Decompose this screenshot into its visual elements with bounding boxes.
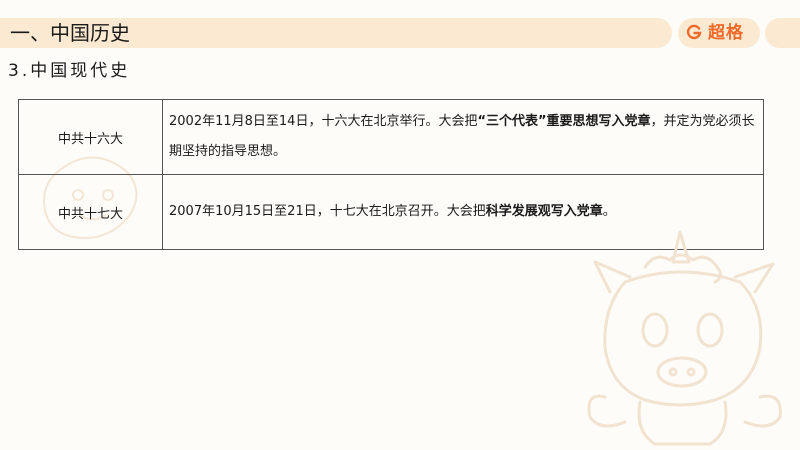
content-highlight: “三个代表”重要思想写入党章 bbox=[477, 114, 651, 129]
content-highlight: 科学发展观写入党章 bbox=[485, 204, 603, 219]
page-title: 一、中国历史 bbox=[10, 21, 130, 45]
row-label: 中共十六大 bbox=[18, 99, 163, 175]
content-text: 2007年10月15日至21日，十七大在北京召开。大会把 bbox=[169, 204, 486, 219]
brand-logo-text: 超格 bbox=[708, 23, 744, 43]
row-content: 2002年11月8日至14日，十六大在北京举行。大会把“三个代表”重要思想写入党… bbox=[162, 99, 764, 175]
content-text: 2002年11月8日至14日，十六大在北京举行。大会把 bbox=[169, 114, 478, 129]
content-text: 。 bbox=[602, 204, 616, 219]
row-label: 中共十七大 bbox=[18, 174, 163, 250]
table-row: 中共十六大 2002年11月8日至14日，十六大在北京举行。大会把“三个代表”重… bbox=[18, 99, 764, 175]
chaoge-logo-icon bbox=[686, 24, 702, 40]
header-right-tab bbox=[765, 18, 800, 48]
section-title: 3.中国现代史 bbox=[8, 61, 131, 81]
unicorn-mascot-watermark-icon bbox=[587, 230, 782, 446]
